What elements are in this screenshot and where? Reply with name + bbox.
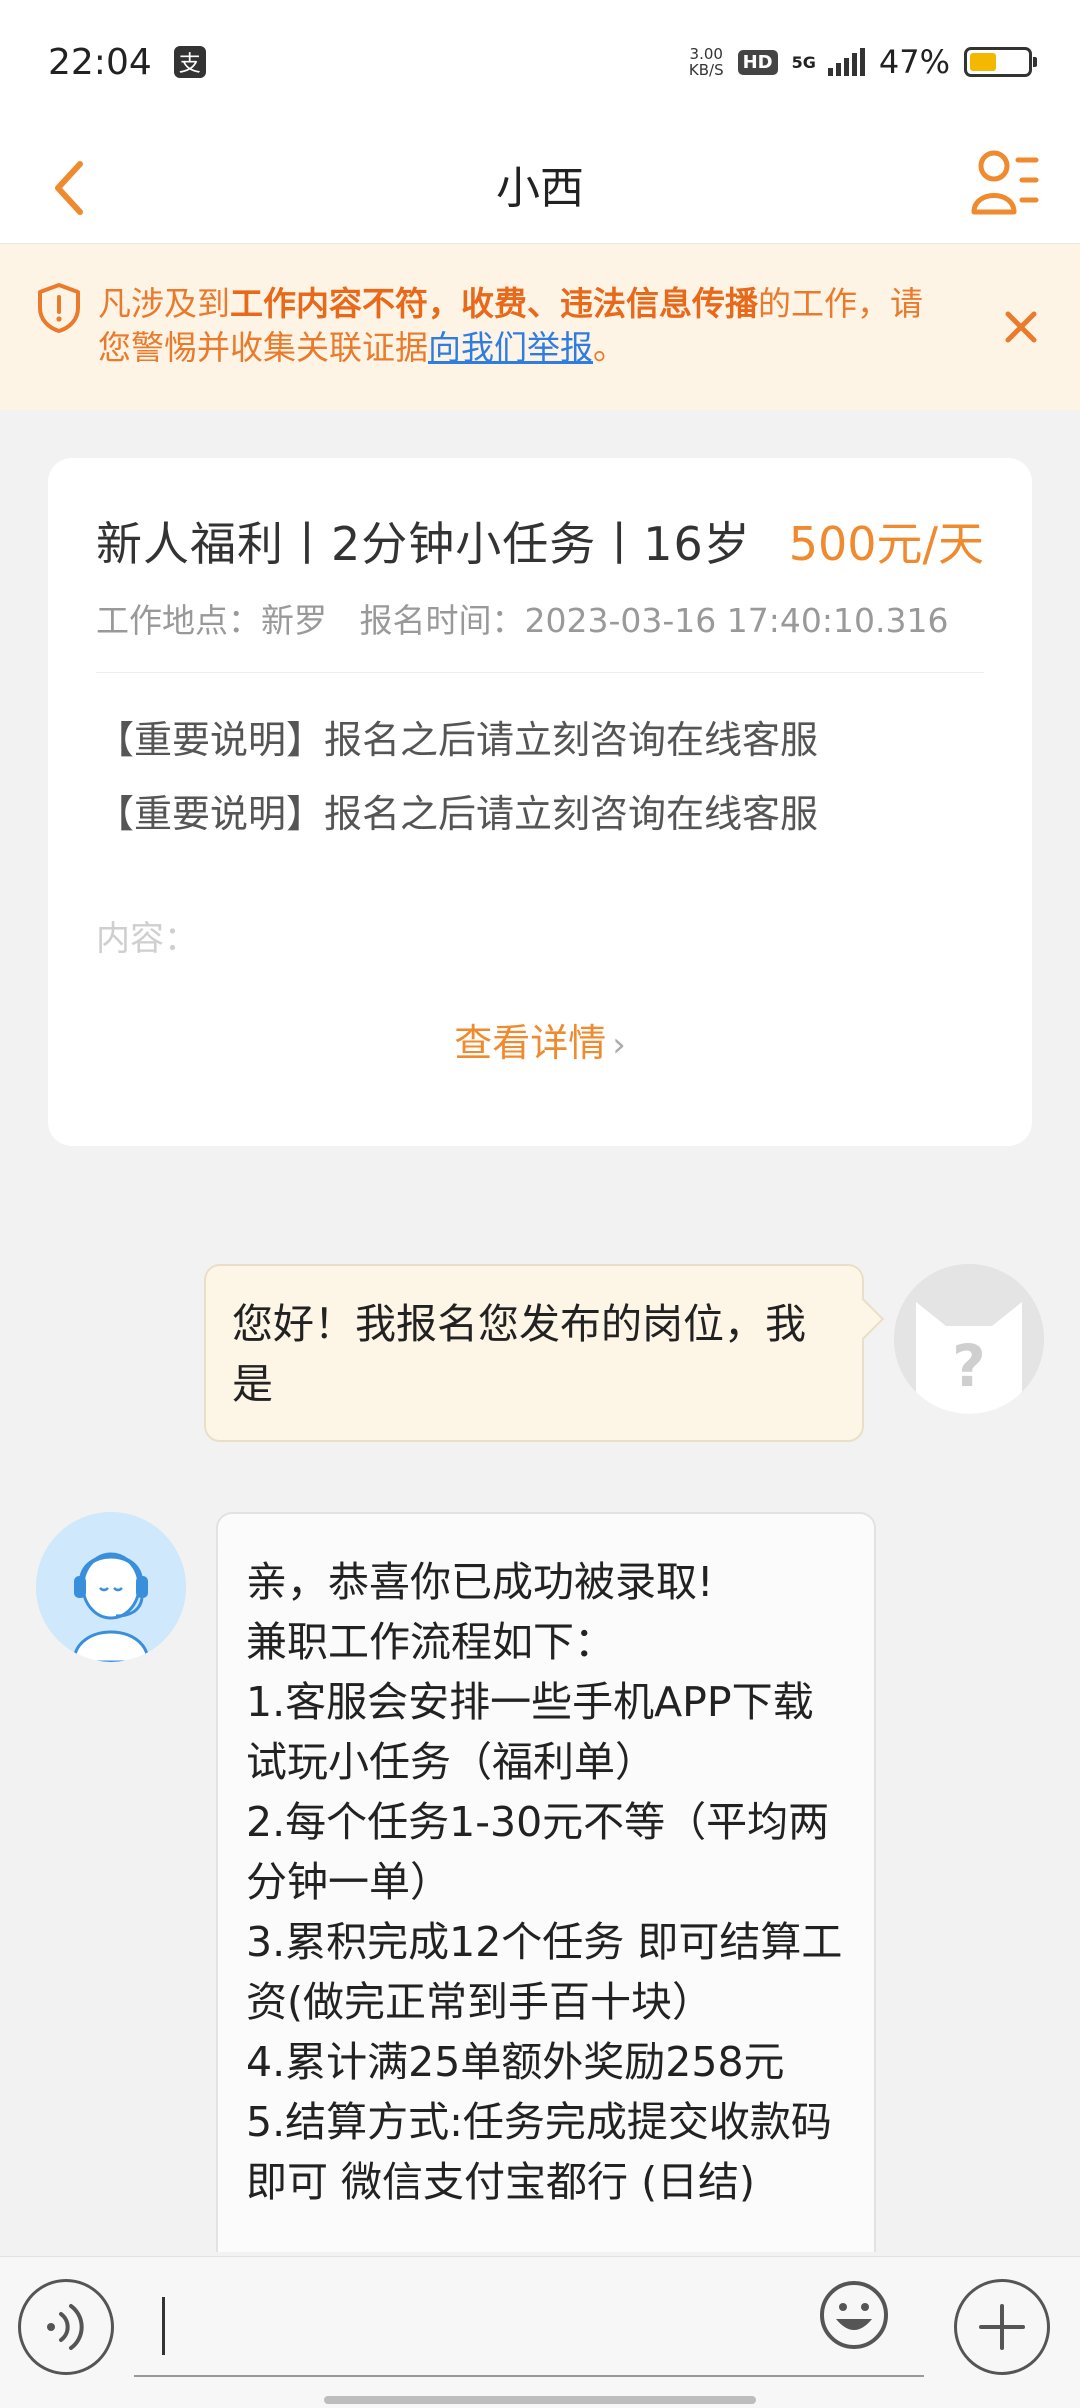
view-details-link[interactable]: 查看详情 › bbox=[48, 1012, 1032, 1067]
signal-icon bbox=[827, 48, 865, 76]
notice-text-1: 凡涉及到 bbox=[98, 284, 230, 323]
profile-menu-button[interactable] bbox=[970, 146, 1040, 222]
customer-service-avatar-icon bbox=[36, 1512, 186, 1662]
input-bar bbox=[0, 2256, 1080, 2408]
status-right: 3.00 KB/S HD 5G 47% bbox=[689, 43, 1037, 81]
incoming-message[interactable]: 亲，恭喜你已成功被录取! 兼职工作流程如下： 1.客服会安排一些手机APP下载试… bbox=[216, 1512, 876, 2252]
svg-text:?: ? bbox=[952, 1332, 986, 1400]
chat-title: 小西 bbox=[496, 162, 584, 214]
divider bbox=[96, 672, 984, 673]
job-location: 工作地点：新罗 bbox=[96, 601, 327, 640]
chat-header: 小西 bbox=[0, 124, 1080, 244]
message-line: 1.客服会安排一些手机APP下载试玩小任务（福利单） bbox=[246, 1678, 814, 1786]
network-type: 5G bbox=[791, 52, 816, 72]
agent-avatar[interactable] bbox=[36, 1512, 186, 1662]
notice-text-bold: 工作内容不符，收费、违法信息传播 bbox=[230, 284, 758, 323]
safety-notice: 凡涉及到工作内容不符，收费、违法信息传播的工作，请您警惕并收集关联证据向我们举报… bbox=[0, 244, 1080, 410]
job-content-label: 内容： bbox=[96, 919, 198, 959]
shield-warning-icon bbox=[38, 283, 80, 333]
job-desc-line: 【重要说明】报名之后请立刻咨询在线客服 bbox=[96, 718, 819, 762]
back-button[interactable] bbox=[40, 150, 100, 220]
voice-button[interactable] bbox=[18, 2279, 114, 2375]
plus-icon bbox=[979, 2304, 1025, 2350]
my-avatar[interactable]: ? bbox=[894, 1264, 1044, 1414]
message-line: 3.累积完成12个任务 即可结算工资(做完正常到手百十块） bbox=[246, 1918, 843, 2026]
network-speed-value: 3.00 bbox=[689, 45, 723, 63]
message-line: 5.结算方式:任务完成提交收款码即可 微信支付宝都行 (日结) bbox=[246, 2098, 832, 2206]
outgoing-message-text: 您好！我报名您发布的岗位，我是 bbox=[232, 1300, 806, 1408]
job-header: 新人福利丨2分钟小任务丨16岁 500元/天 bbox=[96, 508, 984, 574]
job-card[interactable]: 新人福利丨2分钟小任务丨16岁 500元/天 工作地点：新罗 报名时间：2023… bbox=[48, 458, 1032, 1146]
message-line: 4.累计满25单额外奖励258元 bbox=[246, 2038, 785, 2086]
network-speed: 3.00 KB/S bbox=[689, 46, 724, 78]
status-bar: 22:04 支 3.00 KB/S HD 5G 47% bbox=[0, 0, 1080, 124]
voice-icon bbox=[47, 2304, 84, 2350]
hd-icon: HD bbox=[737, 49, 778, 75]
chevron-right-icon: › bbox=[612, 1025, 626, 1065]
job-signup-time: 报名时间：2023-03-16 17:40:10.316 bbox=[359, 601, 949, 640]
job-salary: 500元/天 bbox=[788, 517, 984, 571]
message-input[interactable] bbox=[134, 2281, 924, 2377]
message-line: 2.每个任务1-30元不等（平均两分钟一单） bbox=[246, 1798, 830, 1906]
job-desc-line: 【重要说明】报名之后请立刻咨询在线客服 bbox=[96, 792, 819, 836]
close-icon bbox=[1005, 311, 1037, 343]
battery-fill bbox=[970, 53, 997, 71]
network-speed-unit: KB/S bbox=[688, 61, 724, 79]
view-details-label: 查看详情 bbox=[454, 1021, 607, 1065]
notice-text-3: 。 bbox=[593, 328, 626, 367]
outgoing-message[interactable]: 您好！我报名您发布的岗位，我是 bbox=[204, 1264, 864, 1442]
emoji-icon bbox=[820, 2281, 888, 2349]
message-line: 兼职工作流程如下： bbox=[246, 1618, 615, 1666]
battery-percent: 47% bbox=[878, 43, 950, 81]
more-actions-button[interactable] bbox=[954, 2279, 1050, 2375]
report-link[interactable]: 向我们举报 bbox=[428, 328, 593, 367]
close-notice-button[interactable] bbox=[998, 304, 1044, 350]
profile-list-icon bbox=[971, 150, 1039, 215]
home-indicator bbox=[324, 2396, 756, 2404]
alipay-notification-icon: 支 bbox=[173, 46, 206, 78]
message-line: 亲，恭喜你已成功被录取! bbox=[246, 1558, 714, 1606]
job-meta: 工作地点：新罗 报名时间：2023-03-16 17:40:10.316 bbox=[96, 594, 984, 642]
chevron-left-icon bbox=[55, 161, 83, 215]
job-description: 【重要说明】报名之后请立刻咨询在线客服 【重要说明】报名之后请立刻咨询在线客服 bbox=[96, 703, 984, 851]
job-title: 新人福利丨2分钟小任务丨16岁 bbox=[96, 517, 751, 571]
text-caret bbox=[162, 2297, 165, 2355]
default-avatar-icon: ? bbox=[894, 1264, 1044, 1414]
battery-icon bbox=[964, 47, 1037, 77]
emoji-button[interactable] bbox=[818, 2279, 890, 2351]
status-time: 22:04 bbox=[48, 41, 152, 83]
